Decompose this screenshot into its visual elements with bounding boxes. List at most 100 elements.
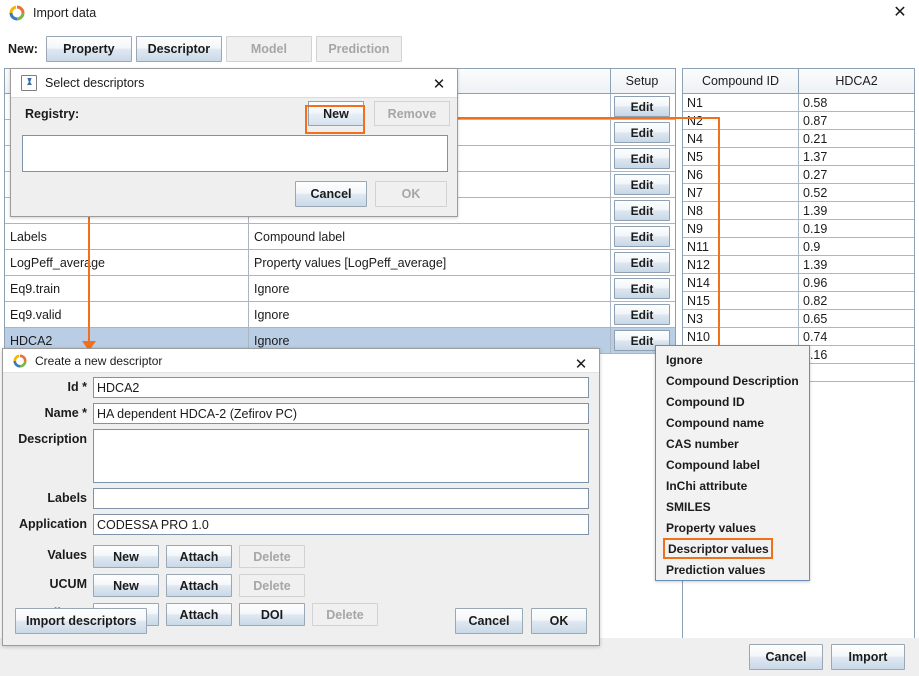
- ucum-new-button[interactable]: New: [93, 574, 159, 597]
- row-setup: Edit: [611, 146, 673, 171]
- dropdown-item-smiles[interactable]: SMILES: [656, 496, 809, 517]
- row-type[interactable]: Ignore: [249, 276, 611, 301]
- column-type-dropdown: Ignore Compound Description Compound ID …: [655, 345, 810, 581]
- data-cell-value: 0.21: [803, 131, 828, 146]
- close-icon[interactable]: ✕: [889, 2, 911, 24]
- data-cell-value: 0.19: [803, 221, 828, 236]
- edit-button[interactable]: Edit: [614, 304, 670, 325]
- row-name: Eq9.train: [5, 276, 249, 301]
- dropdown-item-inchi-attribute[interactable]: InChi attribute: [656, 475, 809, 496]
- select-descriptors-actions: Cancel OK: [295, 181, 447, 207]
- data-cell-id: N2: [683, 112, 799, 129]
- import-descriptors-button[interactable]: Import descriptors: [15, 608, 148, 634]
- row-setup: Edit: [611, 224, 673, 249]
- field-row-values: Values New Attach Delete: [9, 545, 593, 568]
- ucum-attach-button[interactable]: Attach: [166, 574, 232, 597]
- values-new-button[interactable]: New: [93, 545, 159, 568]
- new-descriptor-button[interactable]: Descriptor: [135, 36, 222, 62]
- row-setup: Edit: [611, 302, 673, 327]
- row-setup: Edit: [611, 172, 673, 197]
- values-attach-button[interactable]: Attach: [166, 545, 232, 568]
- import-button[interactable]: Import: [831, 644, 905, 670]
- create-descriptor-titlebar: Create a new descriptor ✕: [3, 349, 599, 373]
- application-field[interactable]: CODESSA PRO 1.0: [93, 514, 589, 535]
- labels-label: Labels: [47, 491, 87, 505]
- dropdown-item-cas-number[interactable]: CAS number: [656, 433, 809, 454]
- edit-button[interactable]: Edit: [614, 278, 670, 299]
- edit-button[interactable]: Edit: [614, 96, 670, 117]
- select-descriptors-titlebar: Select descriptors ✕: [11, 69, 457, 98]
- data-cell-value: 0.74: [803, 329, 828, 344]
- table-row[interactable]: Labels Compound label Edit: [5, 224, 675, 250]
- data-cell-value: 0.27: [803, 167, 828, 182]
- dropdown-item-ignore[interactable]: Ignore: [656, 349, 809, 370]
- create-descriptor-form: Id * HDCA2 Name * HA dependent HDCA-2 (Z…: [9, 377, 593, 641]
- edit-button[interactable]: Edit: [614, 226, 670, 247]
- row-setup: Edit: [611, 94, 673, 119]
- create-descriptor-ok-button[interactable]: OK: [531, 608, 587, 634]
- close-icon[interactable]: ✕: [571, 354, 591, 374]
- new-property-button[interactable]: Property: [45, 36, 132, 62]
- application-label: Application: [18, 517, 87, 531]
- dropdown-item-prediction-values[interactable]: Prediction values: [656, 559, 809, 580]
- new-model-button: Model: [225, 36, 312, 62]
- data-cell-value: 1.39: [803, 203, 828, 218]
- data-cell-id: N14: [683, 274, 799, 291]
- dropdown-item-compound-id[interactable]: Compound ID: [656, 391, 809, 412]
- dropdown-item-descriptor-values[interactable]: Descriptor values: [663, 538, 773, 559]
- data-cell-id: N3: [683, 310, 799, 327]
- field-row-ucum: UCUM New Attach Delete: [9, 574, 593, 597]
- data-cell-id: N4: [683, 130, 799, 147]
- import-cancel-button[interactable]: Cancel: [749, 644, 823, 670]
- row-setup: Edit: [611, 250, 673, 275]
- labels-field[interactable]: [93, 488, 589, 509]
- edit-button[interactable]: Edit: [614, 148, 670, 169]
- registry-label: Registry:: [25, 107, 80, 121]
- create-descriptor-bottom-bar: Import descriptors Cancel OK: [15, 607, 587, 635]
- data-cell-id: N15: [683, 292, 799, 309]
- registry-list[interactable]: [22, 135, 448, 172]
- description-field[interactable]: [93, 429, 589, 483]
- data-cell-id: N6: [683, 166, 799, 183]
- mapping-col-setup-header: Setup: [625, 74, 659, 88]
- registry-row: Registry: New Remove: [11, 98, 457, 130]
- create-descriptor-cancel-button[interactable]: Cancel: [455, 608, 523, 634]
- name-field[interactable]: HA dependent HDCA-2 (Zefirov PC): [93, 403, 589, 424]
- edit-button[interactable]: Edit: [614, 252, 670, 273]
- table-row[interactable]: Eq9.train Ignore Edit: [5, 276, 675, 302]
- ucum-label: UCUM: [49, 577, 88, 591]
- row-type[interactable]: Property values [LogPeff_average]: [249, 250, 611, 275]
- id-label: Id *: [67, 380, 87, 394]
- select-descriptors-ok-button: OK: [375, 181, 447, 207]
- edit-button[interactable]: Edit: [614, 174, 670, 195]
- registry-new-button[interactable]: New: [308, 101, 364, 126]
- table-row[interactable]: Eq9.valid Ignore Edit: [5, 302, 675, 328]
- data-cell-value: 1.39: [803, 257, 828, 272]
- values-label: Values: [47, 548, 87, 562]
- row-type[interactable]: Ignore: [249, 302, 611, 327]
- dropdown-item-compound-name[interactable]: Compound name: [656, 412, 809, 433]
- dropdown-item-compound-label[interactable]: Compound label: [656, 454, 809, 475]
- table-row[interactable]: LogPeff_average Property values [LogPeff…: [5, 250, 675, 276]
- data-cell-value: 0.52: [803, 185, 828, 200]
- select-descriptors-cancel-button[interactable]: Cancel: [295, 181, 367, 207]
- dropdown-item-compound-description[interactable]: Compound Description: [656, 370, 809, 391]
- java-coffee-icon: [21, 75, 37, 91]
- row-setup: Edit: [611, 198, 673, 223]
- close-icon[interactable]: ✕: [429, 74, 449, 94]
- new-prediction-button: Prediction: [315, 36, 402, 62]
- data-cell-value: 0.96: [803, 275, 828, 290]
- data-cell-value: [799, 364, 914, 381]
- row-name: Labels: [5, 224, 249, 249]
- id-field[interactable]: HDCA2: [93, 377, 589, 398]
- dropdown-item-property-values[interactable]: Property values: [656, 517, 809, 538]
- row-type[interactable]: Compound label: [249, 224, 611, 249]
- field-row-name: Name * HA dependent HDCA-2 (Zefirov PC): [9, 403, 593, 424]
- registry-remove-button: Remove: [374, 101, 450, 126]
- edit-button[interactable]: Edit: [614, 122, 670, 143]
- edit-button[interactable]: Edit: [614, 200, 670, 221]
- new-toolbar-label: New:: [8, 42, 38, 56]
- data-col-compound-id-header: Compound ID: [683, 69, 799, 93]
- new-toolbar: New: Property Descriptor Model Predictio…: [0, 30, 919, 68]
- ucum-delete-button: Delete: [239, 574, 305, 597]
